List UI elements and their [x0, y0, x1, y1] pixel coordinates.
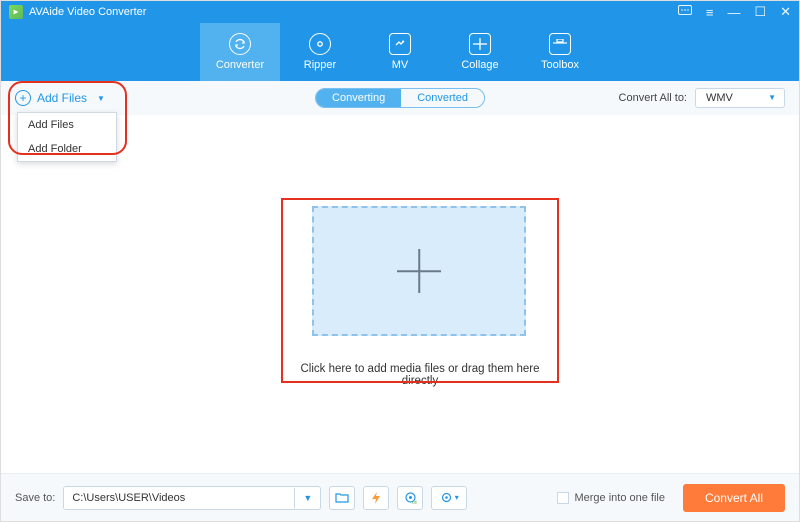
- tab-converted[interactable]: Converted: [401, 89, 484, 107]
- converter-icon: [229, 33, 251, 55]
- nav-toolbox[interactable]: Toolbox: [520, 23, 600, 81]
- app-logo-icon: [9, 5, 23, 19]
- save-to-label: Save to:: [15, 492, 55, 504]
- toolbox-icon: [549, 33, 571, 55]
- add-plus-icon: [397, 249, 441, 293]
- maximize-icon[interactable]: ☐: [754, 4, 766, 20]
- nav-collage[interactable]: Collage: [440, 23, 520, 81]
- feedback-icon[interactable]: [678, 5, 692, 20]
- save-path-box: ▼: [63, 486, 321, 510]
- svg-text:on: on: [412, 500, 417, 504]
- window-controls: ≡ — ☐ ✕: [678, 4, 791, 20]
- speed-button[interactable]: [363, 486, 389, 510]
- nav-mv[interactable]: MV: [360, 23, 440, 81]
- convert-all-label: Convert All to:: [619, 92, 687, 104]
- nav-ripper[interactable]: Ripper: [280, 23, 360, 81]
- nav-label: Converter: [216, 59, 264, 71]
- plus-icon: +: [15, 90, 31, 106]
- add-files-button[interactable]: + Add Files ▼: [15, 90, 105, 106]
- format-select[interactable]: WMV: [695, 88, 785, 108]
- nav-label: Ripper: [304, 59, 336, 71]
- dropzone[interactable]: [312, 206, 526, 336]
- tab-converting[interactable]: Converting: [316, 89, 401, 107]
- main-nav: Converter Ripper MV Collage Toolbox: [1, 23, 799, 81]
- mv-icon: [389, 33, 411, 55]
- dropdown-item-add-folder[interactable]: Add Folder: [18, 137, 116, 161]
- dropdown-item-add-files[interactable]: Add Files: [18, 113, 116, 137]
- merge-label: Merge into one file: [574, 492, 665, 504]
- nav-converter[interactable]: Converter: [200, 23, 280, 81]
- nav-label: Collage: [461, 59, 498, 71]
- status-tabs: Converting Converted: [315, 88, 485, 108]
- gpu-button[interactable]: on: [397, 486, 423, 510]
- nav-label: MV: [392, 59, 409, 71]
- settings-button[interactable]: ▾: [431, 486, 467, 510]
- add-files-label: Add Files: [37, 91, 87, 105]
- dropzone-hint: Click here to add media files or drag th…: [286, 363, 554, 387]
- format-value: WMV: [706, 92, 733, 104]
- app-title: AVAide Video Converter: [29, 6, 146, 18]
- path-dropdown-button[interactable]: ▼: [294, 488, 320, 508]
- merge-checkbox[interactable]: Merge into one file: [557, 492, 665, 504]
- nav-label: Toolbox: [541, 59, 579, 71]
- menu-icon[interactable]: ≡: [706, 5, 714, 20]
- close-icon[interactable]: ✕: [780, 4, 791, 20]
- toolbar: + Add Files ▼ Converting Converted Conve…: [1, 81, 799, 115]
- titlebar: AVAide Video Converter ≡ — ☐ ✕: [1, 1, 799, 23]
- collage-icon: [469, 33, 491, 55]
- bottom-bar: Save to: ▼ on ▾ Merge into one file Conv…: [1, 473, 799, 521]
- convert-all-button[interactable]: Convert All: [683, 484, 785, 512]
- checkbox-icon: [557, 492, 569, 504]
- ripper-icon: [309, 33, 331, 55]
- add-files-dropdown: Add Files Add Folder: [17, 112, 117, 162]
- chevron-down-icon: ▼: [97, 94, 105, 103]
- browse-folder-button[interactable]: [329, 486, 355, 510]
- save-path-input[interactable]: [64, 487, 294, 509]
- minimize-icon[interactable]: —: [727, 5, 740, 20]
